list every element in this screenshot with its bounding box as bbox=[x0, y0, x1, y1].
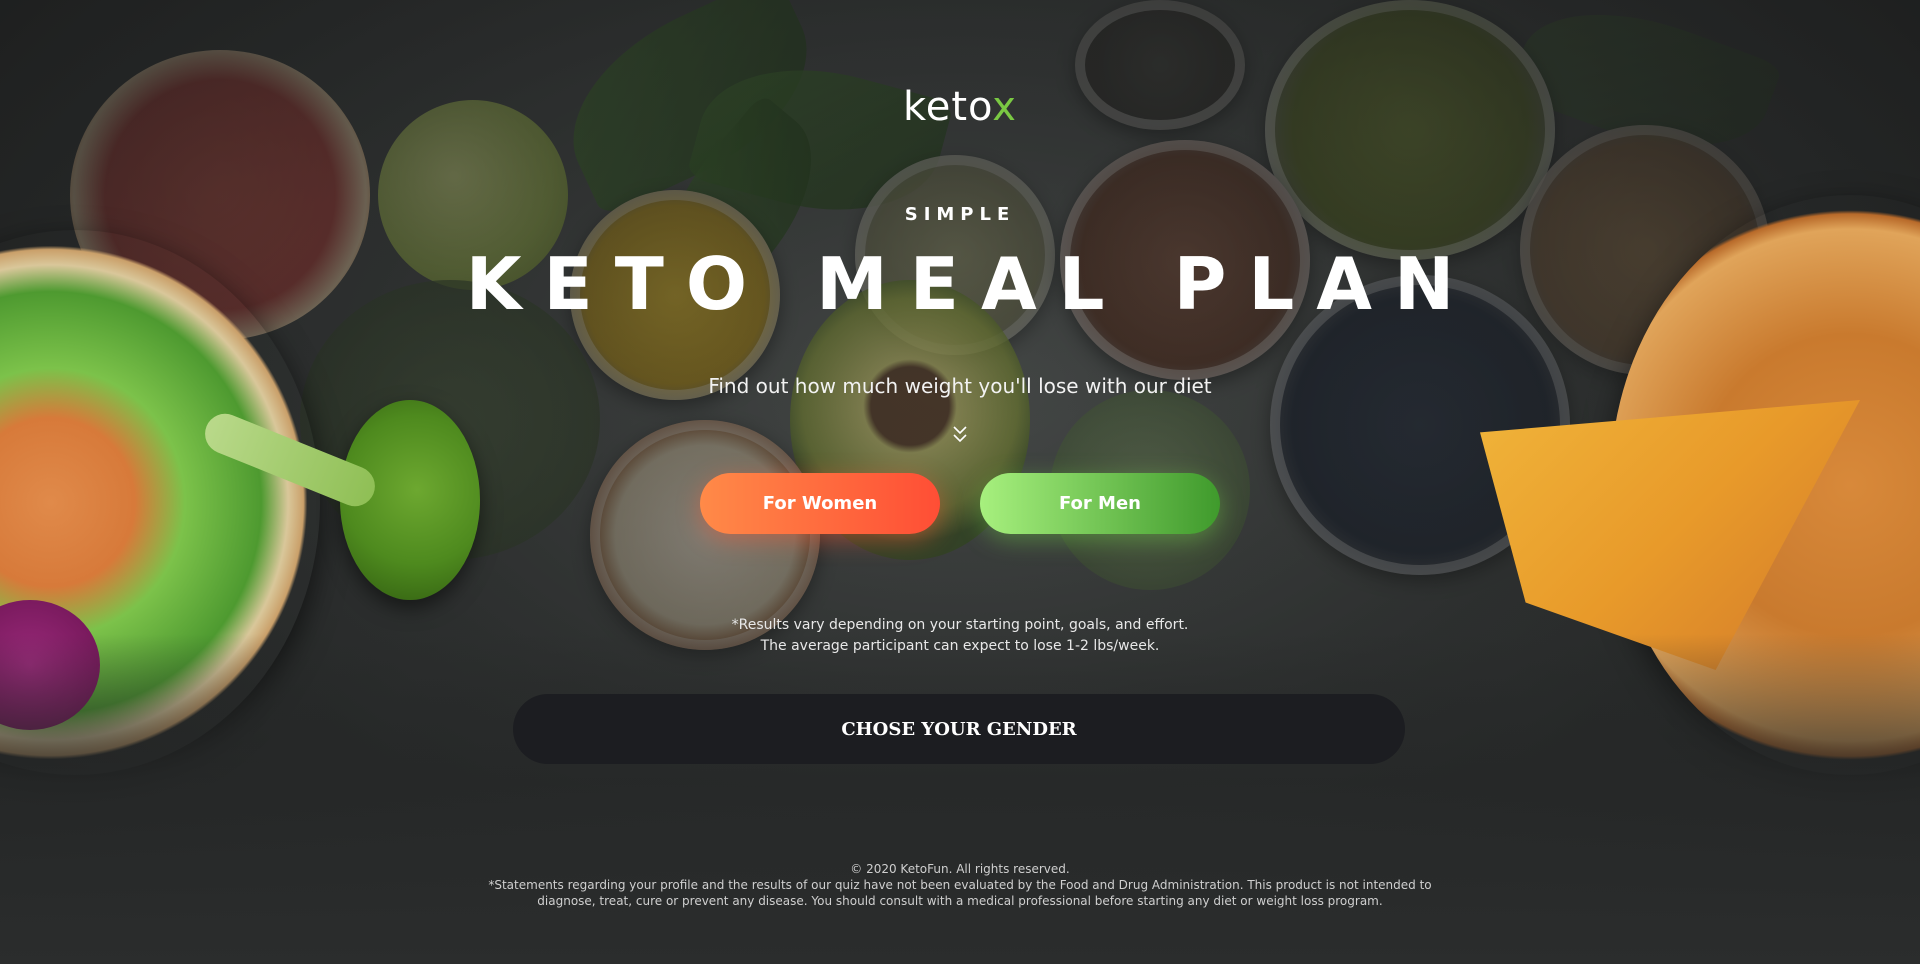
choose-gender-button[interactable]: CHOSE YOUR GENDER bbox=[513, 694, 1405, 764]
hero-eyebrow: SIMPLE bbox=[904, 204, 1016, 225]
landing-page: ketox SIMPLE KETO MEAL PLAN Find out how… bbox=[0, 0, 1920, 964]
hero-subtitle: Find out how much weight you'll lose wit… bbox=[708, 374, 1212, 398]
for-women-button[interactable]: For Women bbox=[700, 473, 940, 534]
double-chevron-down-icon[interactable] bbox=[950, 424, 970, 446]
logo-main-text: keto bbox=[903, 84, 993, 130]
disclaimer-line-2: The average participant can expect to lo… bbox=[760, 638, 1160, 654]
hero-content: ketox SIMPLE KETO MEAL PLAN Find out how… bbox=[0, 0, 1920, 964]
footer: © 2020 KetoFun. All rights reserved. *St… bbox=[460, 861, 1460, 909]
choose-gender-label: CHOSE YOUR GENDER bbox=[841, 718, 1077, 740]
for-men-button[interactable]: For Men bbox=[980, 473, 1220, 534]
logo[interactable]: ketox bbox=[0, 84, 1920, 130]
disclaimer-line-1: *Results vary depending on your starting… bbox=[731, 617, 1189, 633]
footer-legal: *Statements regarding your profile and t… bbox=[488, 878, 1432, 908]
logo-accent-text: x bbox=[992, 84, 1017, 130]
for-women-label: For Women bbox=[762, 493, 878, 514]
hero-title: KETO MEAL PLAN bbox=[465, 242, 1477, 326]
footer-copyright: © 2020 KetoFun. All rights reserved. bbox=[850, 862, 1070, 876]
for-men-label: For Men bbox=[1058, 493, 1141, 514]
results-disclaimer: *Results vary depending on your starting… bbox=[0, 615, 1920, 657]
